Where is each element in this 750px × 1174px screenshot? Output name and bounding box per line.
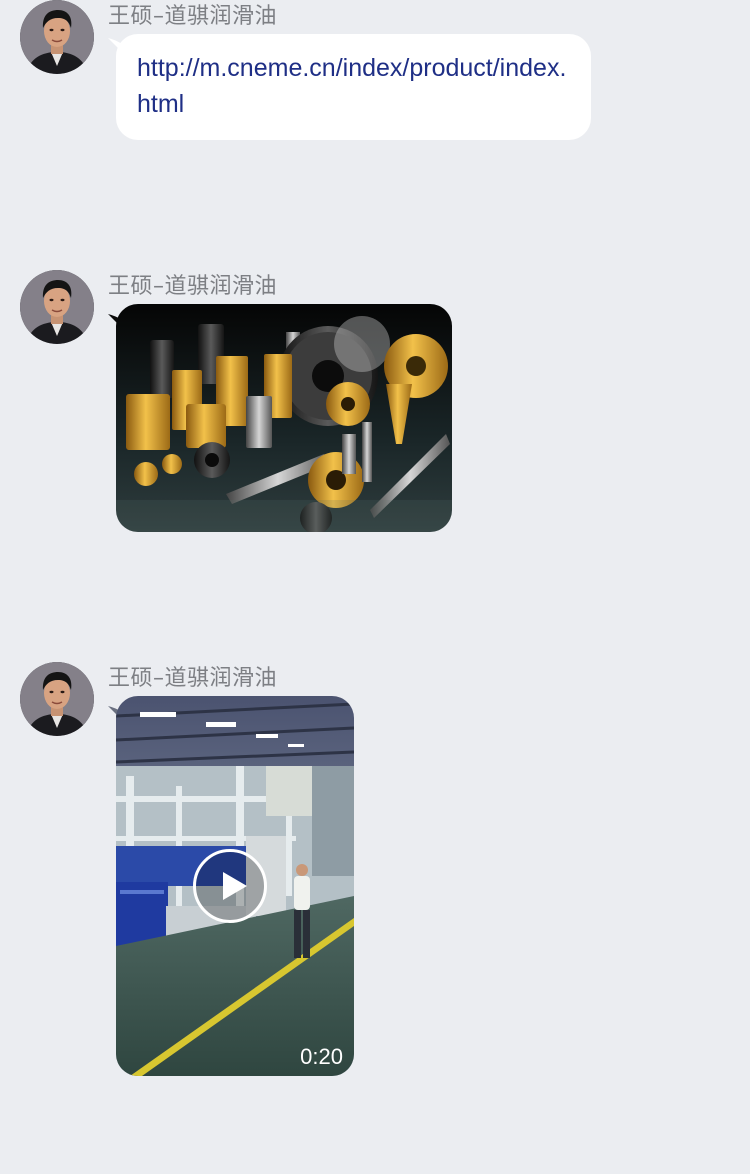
link-bubble[interactable]: http://m.cneme.cn/index/product/index.ht…	[116, 34, 591, 140]
video-bubble[interactable]: 0:20	[116, 696, 354, 1076]
sender-name: 王硕–道骐润滑油	[108, 666, 278, 691]
gear-tools-image	[116, 304, 452, 532]
sender-name: 王硕–道骐润滑油	[108, 4, 278, 29]
avatar[interactable]	[20, 662, 94, 736]
avatar[interactable]	[20, 270, 94, 344]
avatar[interactable]	[20, 0, 94, 74]
image-bubble[interactable]	[116, 304, 452, 532]
sender-name: 王硕–道骐润滑油	[108, 274, 278, 299]
message-link-text[interactable]: http://m.cneme.cn/index/product/index.ht…	[137, 50, 573, 122]
play-button[interactable]	[193, 849, 267, 923]
video-duration: 0:20	[300, 1044, 343, 1069]
